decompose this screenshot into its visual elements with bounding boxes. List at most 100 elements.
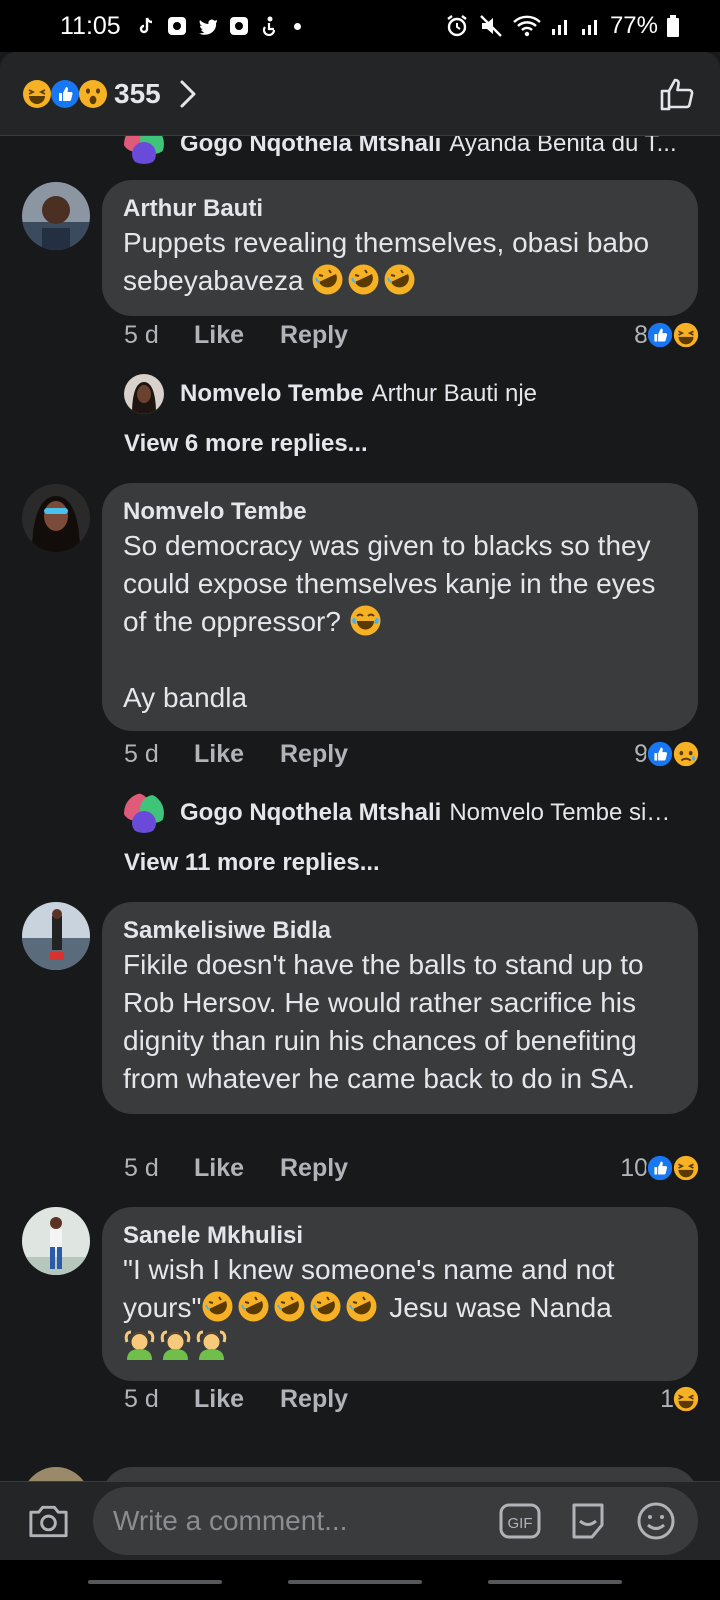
comment-author[interactable]: Samkelisiwe Bidla [123,916,678,946]
rofl-emoji-icon [384,264,415,295]
like-icon [646,321,674,349]
haha-icon [23,79,51,108]
more-notifications-dot [293,22,301,30]
rofl-emoji-icon [312,264,343,295]
comment-time: 5 d [124,1384,159,1413]
sad-icon [672,740,700,768]
avatar[interactable] [22,1467,90,1481]
mute-icon [480,15,502,37]
person-gesturing-ok-emoji-icon [160,1330,191,1360]
reply-button[interactable]: Reply [280,740,348,769]
comment-text: "I wish I knew someone's name and not yo… [123,1251,678,1365]
avatar[interactable] [124,374,164,414]
avatar[interactable] [124,793,164,833]
avatar[interactable] [22,902,90,970]
reaction-summary[interactable]: 8 [634,321,700,350]
reaction-count: 10 [620,1153,648,1182]
comment-actions: 5 d Like Reply 9 [124,734,700,774]
tears-of-joy-emoji-icon [350,605,381,636]
comment-input-container[interactable]: GIF [93,1487,698,1555]
reply-author[interactable]: Nomvelo Tembe [180,380,364,408]
emoji-icon[interactable] [634,1499,678,1543]
signal-icon-2 [581,20,597,35]
nav-home-button[interactable] [288,1580,422,1584]
reply-button[interactable]: Reply [280,1154,348,1183]
like-icon [51,79,79,108]
haha-icon [672,1385,700,1413]
comments-feed[interactable]: Gogo Nqothela Mtshali Ayanda Benita du T… [0,136,720,1481]
comment-actions: 5 d Like Reply 1 [124,1379,700,1419]
comment-time: 5 d [124,739,159,768]
rofl-emoji-icon [346,1291,377,1322]
reply-text: Arthur Bauti nje [371,380,538,407]
reaction-summary[interactable]: 10 [620,1154,700,1183]
reply-author[interactable]: Gogo Nqothela Mtshali [180,799,441,827]
view-more-replies-link[interactable]: View 6 more replies... [124,430,368,458]
rofl-emoji-icon [310,1291,341,1322]
avatar[interactable] [22,182,90,250]
haha-icon [672,321,700,349]
comment-bubble[interactable]: Arthur Bauti Puppets revealing themselve… [102,180,698,316]
signal-icon [551,20,567,35]
reaction-summary[interactable]: 9 [634,740,700,769]
comment-text: Puppets revealing themselves, obasi babo… [123,224,678,300]
comment-text: Fikile doesn't have the balls to stand u… [123,949,652,1094]
camera-icon[interactable] [26,1498,71,1544]
avatar[interactable] [124,136,164,164]
comment-bubble[interactable] [102,1467,698,1481]
tiktok-icon [139,17,152,34]
battery-icon [667,15,679,37]
twitter-icon [198,19,217,35]
sticker-icon[interactable] [566,1499,610,1543]
avatar[interactable] [22,484,90,552]
reply-button[interactable]: Reply [280,1385,348,1414]
like-button[interactable]: Like [194,740,280,769]
comment-time: 5 d [124,320,159,349]
reply-preview[interactable]: Gogo Nqothela Mtshali Ayanda Benita du T… [124,136,700,166]
view-more-replies-link[interactable]: View 11 more replies... [124,849,380,877]
reply-text: Nomvelo Tembe si… [449,799,671,826]
gif-icon[interactable]: GIF [498,1499,542,1543]
wifi-icon [513,15,541,37]
nav-back-button[interactable] [488,1580,622,1584]
rofl-emoji-icon [348,264,379,295]
like-post-button[interactable] [656,73,698,115]
chevron-right-icon[interactable] [177,77,199,111]
reaction-summary[interactable]: 1 [660,1385,700,1414]
comment-actions: 5 d Like Reply 8 [124,315,700,355]
app-notification-icon [167,17,186,35]
app-notification-icon-2 [229,17,248,35]
like-icon [646,1154,674,1182]
comment-bubble[interactable]: Nomvelo Tembe So democracy was given to … [102,483,698,731]
wow-icon [79,79,107,108]
comment-author[interactable]: Arthur Bauti [123,194,678,224]
comment-author[interactable]: Sanele Mkhulisi [123,1221,678,1251]
avatar[interactable] [22,1207,90,1275]
like-button[interactable]: Like [194,1385,280,1414]
status-time: 11:05 [60,11,121,40]
comment-bubble[interactable]: Samkelisiwe Bidla Fikile doesn't have th… [102,902,698,1114]
comment-text: So democracy was given to blacks so they… [123,527,678,717]
battery-percent: 77% [609,12,658,39]
reply-button[interactable]: Reply [280,321,348,350]
reply-preview[interactable]: Nomvelo Tembe Arthur Bauti nje [124,372,700,416]
comment-actions: 5 d Like Reply 10 [124,1148,700,1188]
comment-text-body-2: Ay bandla [123,682,248,713]
reply-preview[interactable]: Gogo Nqothela Mtshali Nomvelo Tembe si… [124,791,700,835]
rofl-emoji-icon [274,1291,305,1322]
reaction-summary[interactable]: 355 [22,78,161,110]
comment-input[interactable] [113,1505,474,1537]
reply-author[interactable]: Gogo Nqothela Mtshali [180,136,441,158]
person-gesturing-ok-emoji-icon [196,1330,227,1360]
accessibility-icon [262,16,275,37]
comment-time: 5 d [124,1153,159,1182]
like-button[interactable]: Like [194,1154,280,1183]
reply-text: Ayanda Benita du T... [449,136,677,157]
comment-author[interactable]: Nomvelo Tembe [123,497,678,527]
nav-recent-apps-button[interactable] [88,1580,222,1584]
comment-bubble[interactable]: Sanele Mkhulisi "I wish I knew someone's… [102,1207,698,1381]
like-button[interactable]: Like [194,321,280,350]
reactions-header: 355 [0,52,720,136]
like-icon [646,740,674,768]
system-navigation-bar [0,1560,720,1600]
